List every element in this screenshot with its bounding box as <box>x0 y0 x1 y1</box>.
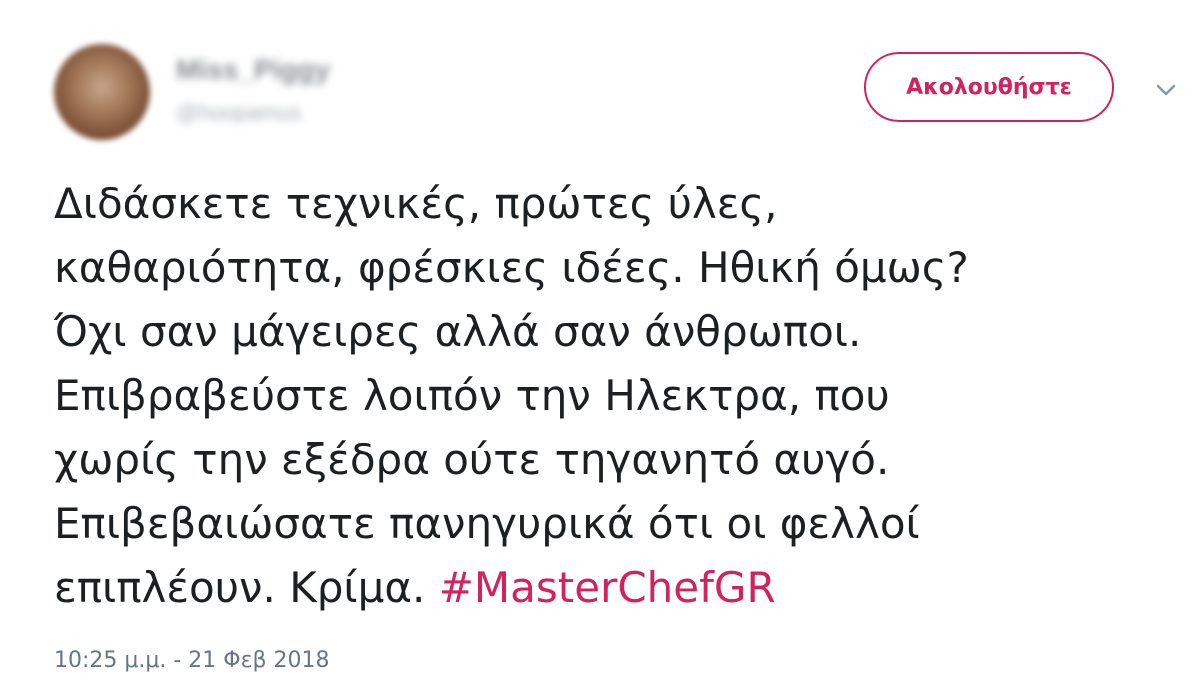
hashtag-link[interactable]: #MasterChefGR <box>439 563 776 612</box>
tweet-text-line: καθαριότητα, φρέσκιες ιδέες. Ηθική όμως? <box>54 243 969 292</box>
tweet-text-line: Όχι σαν μάγειρες αλλά σαν άνθρωποι. <box>54 307 862 356</box>
tweet-text-line: Επιβεβαιώσατε πανηγυρικά ότι οι φελλοί <box>54 499 920 548</box>
tweet-text-line: Επιβραβεύστε λοιπόν την Ηλεκτρα, που <box>54 371 890 420</box>
tweet-card: Miss_Piggy @hoopamus Ακολουθήστε Διδάσκε… <box>0 0 1200 686</box>
user-display-name[interactable]: Miss_Piggy <box>176 54 330 86</box>
tweet-timestamp[interactable]: 10:25 μ.μ. - 21 Φεβ 2018 <box>54 648 330 673</box>
tweet-text-line: χωρίς την εξέδρα ούτε τηγανητό αυγό. <box>54 435 890 484</box>
tweet-text-last-line: επιπλέουν. Κρίμα. #MasterChefGR <box>54 556 1174 620</box>
tweet-text-line: Διδάσκετε τεχνικές, πρώτες ύλες, <box>54 179 778 228</box>
tweet-text-end: επιπλέουν. Κρίμα. <box>54 563 439 612</box>
chevron-down-icon[interactable] <box>1152 76 1180 104</box>
tweet-text: Διδάσκετε τεχνικές, πρώτες ύλες, καθαριό… <box>54 172 1174 620</box>
user-handle[interactable]: @hoopamus <box>176 100 301 126</box>
avatar[interactable] <box>54 44 150 140</box>
follow-button[interactable]: Ακολουθήστε <box>864 52 1114 122</box>
